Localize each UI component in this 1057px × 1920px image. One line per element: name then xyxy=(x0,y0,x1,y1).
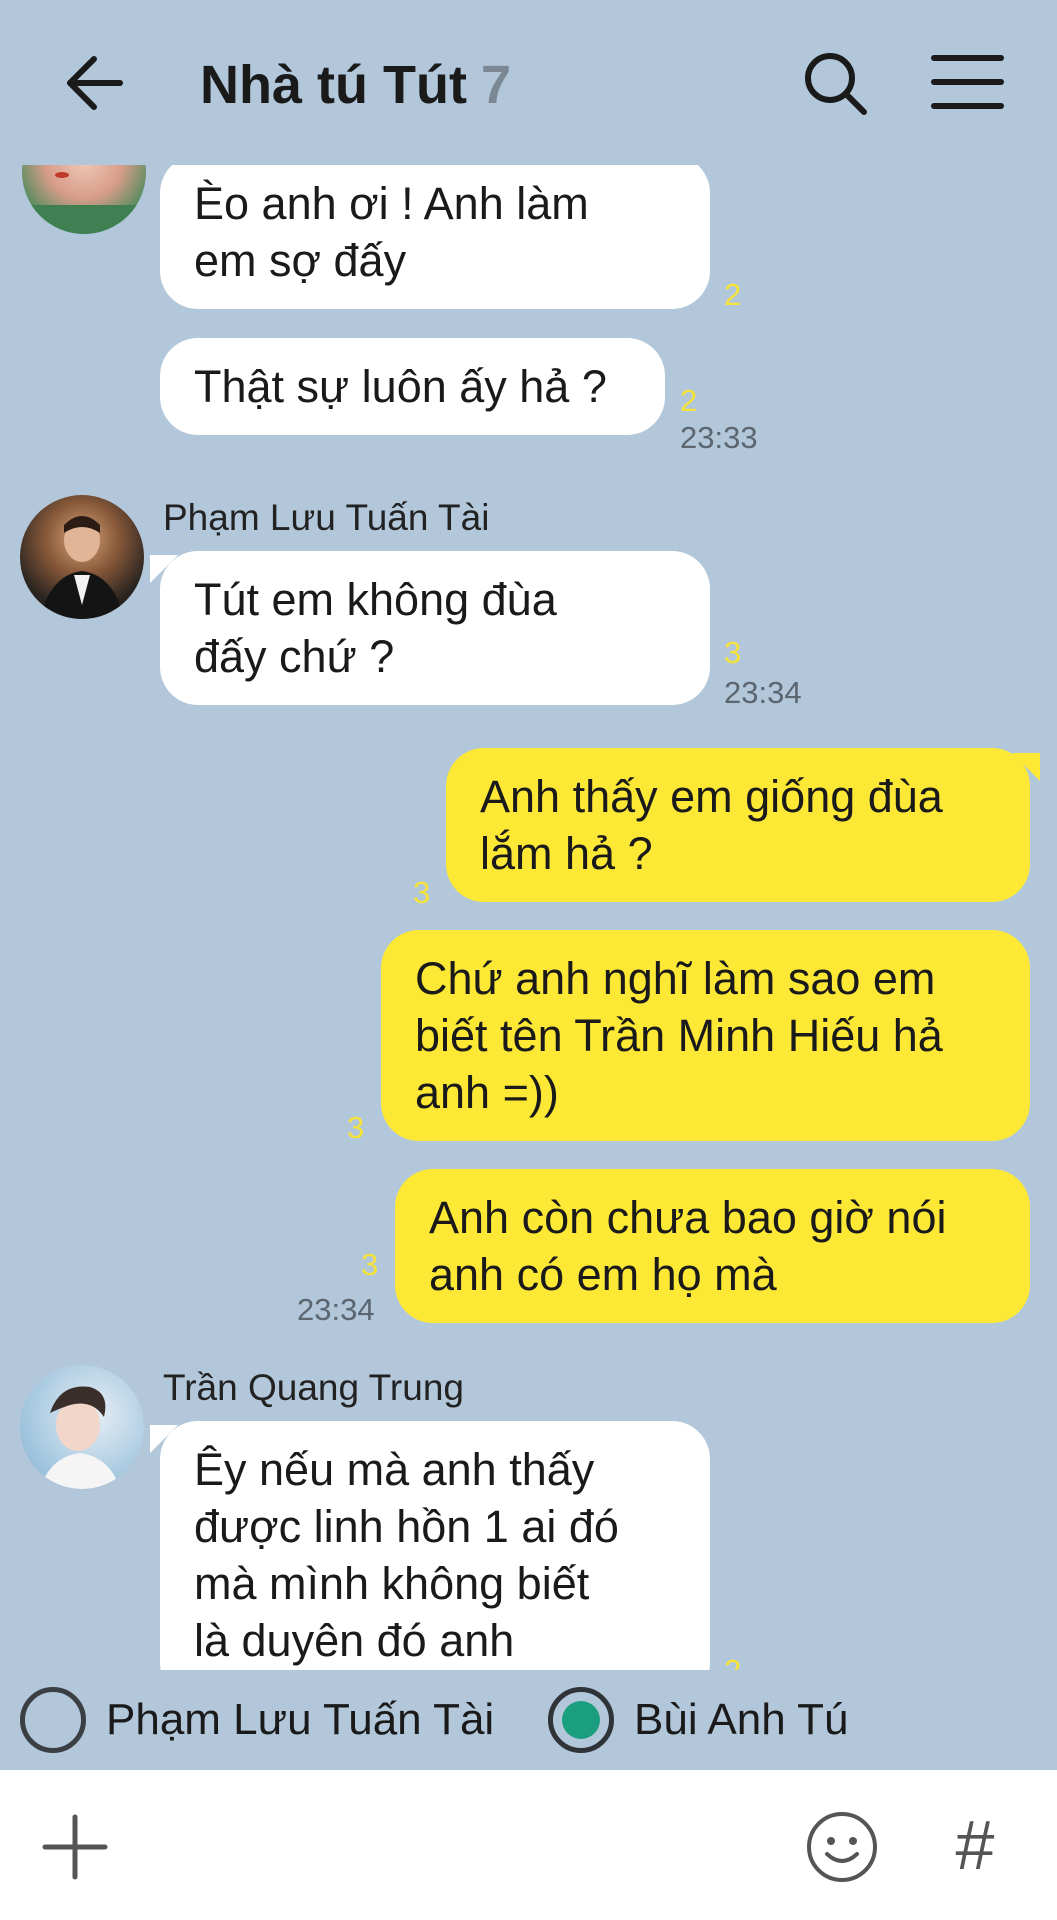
chat-message-list[interactable]: Èo anh ơi ! Anh làm em sợ đấy 2 Thật sự … xyxy=(0,165,1057,1670)
attach-button[interactable] xyxy=(40,1812,110,1882)
radio-selected-dot xyxy=(562,1701,600,1739)
chat-title[interactable]: Nhà tú Tút 7 xyxy=(200,50,511,120)
avatar-portrait-icon xyxy=(22,172,146,234)
arrow-left-icon xyxy=(67,56,123,110)
message-input-bar[interactable]: # xyxy=(0,1770,1057,1920)
message-bubble[interactable]: Tút em không đùa đấy chứ ? xyxy=(160,551,710,705)
chat-header: Nhà tú Tút 7 xyxy=(0,0,1057,165)
message-bubble[interactable]: Êy nếu mà anh thấy được linh hồn 1 ai đó… xyxy=(160,1421,710,1670)
read-count: 2 xyxy=(724,277,742,312)
chat-title-text: Nhà tú Tút xyxy=(200,55,467,115)
message-text-line: Anh còn chưa bao giờ nói xyxy=(429,1192,947,1243)
avatar-portrait-icon xyxy=(40,1386,120,1489)
message-text-line: lắm hả ? xyxy=(480,828,653,879)
message-text-line: mà mình không biết xyxy=(194,1558,590,1609)
message-bubble[interactable]: Chứ anh nghĩ làm sao em biết tên Trần Mi… xyxy=(381,930,1030,1141)
sender-name: Trần Quang Trung xyxy=(163,1367,464,1408)
message-text-line: là duyên đó anh xyxy=(194,1615,515,1666)
message-text-line: anh =)) xyxy=(415,1067,559,1118)
menu-button[interactable] xyxy=(930,50,1005,115)
message-text-line: em sợ đấy xyxy=(194,235,407,286)
avatar[interactable] xyxy=(22,165,146,234)
smiley-icon xyxy=(807,1812,877,1882)
message-text-line: Èo anh ơi ! Anh làm xyxy=(194,178,589,229)
hamburger-menu-icon xyxy=(931,55,1004,109)
radio-button-selected[interactable] xyxy=(548,1687,614,1753)
sender-name: Phạm Lưu Tuấn Tài xyxy=(163,497,490,538)
avatar[interactable] xyxy=(20,495,144,619)
search-button[interactable] xyxy=(800,48,870,118)
member-count: 7 xyxy=(480,55,511,115)
message-text-line: được linh hồn 1 ai đó xyxy=(194,1501,619,1552)
message-text-line: Thật sự luôn ấy hả ? xyxy=(194,361,607,412)
message-bubble[interactable]: Anh còn chưa bao giờ nói anh có em họ mà xyxy=(395,1169,1030,1323)
radio-label[interactable]: Phạm Lưu Tuấn Tài xyxy=(106,1695,494,1745)
emoji-button[interactable] xyxy=(805,1810,879,1884)
avatar-portrait-icon xyxy=(40,516,124,619)
search-icon xyxy=(805,53,867,115)
message-text-line: anh có em họ mà xyxy=(429,1249,777,1300)
hashtag-button[interactable]: # xyxy=(945,1808,1005,1882)
read-count: 3 xyxy=(413,875,431,910)
message-bubble[interactable]: Anh thấy em giống đùa lắm hả ? xyxy=(446,748,1030,902)
message-bubble[interactable]: Thật sự luôn ấy hả ? xyxy=(160,338,665,435)
message-text-line: đấy chứ ? xyxy=(194,631,395,682)
avatar[interactable] xyxy=(20,1365,144,1489)
message-text-line: Chứ anh nghĩ làm sao em xyxy=(415,953,936,1004)
read-count: 2 xyxy=(680,383,698,418)
message-timestamp: 23:34 xyxy=(297,1292,375,1327)
back-button[interactable] xyxy=(60,48,160,118)
plus-icon xyxy=(42,1814,108,1880)
message-text-line: biết tên Trần Minh Hiếu hả xyxy=(415,1010,943,1061)
message-bubble[interactable]: Èo anh ơi ! Anh làm em sợ đấy xyxy=(160,165,710,309)
message-text-line: Anh thấy em giống đùa xyxy=(480,771,943,822)
read-count: 3 xyxy=(347,1110,365,1145)
read-count: 3 xyxy=(361,1247,379,1282)
message-timestamp: 23:34 xyxy=(724,675,802,710)
read-count: 2 xyxy=(724,1653,741,1670)
radio-label[interactable]: Bùi Anh Tú xyxy=(634,1695,848,1745)
radio-button[interactable] xyxy=(20,1687,86,1753)
read-count: 3 xyxy=(724,635,742,670)
message-timestamp: 23:33 xyxy=(680,420,758,455)
message-text-line: Tút em không đùa xyxy=(194,574,557,625)
recipient-selector: Phạm Lưu Tuấn Tài Bùi Anh Tú xyxy=(0,1670,1057,1770)
message-text-line: Êy nếu mà anh thấy xyxy=(194,1444,595,1495)
